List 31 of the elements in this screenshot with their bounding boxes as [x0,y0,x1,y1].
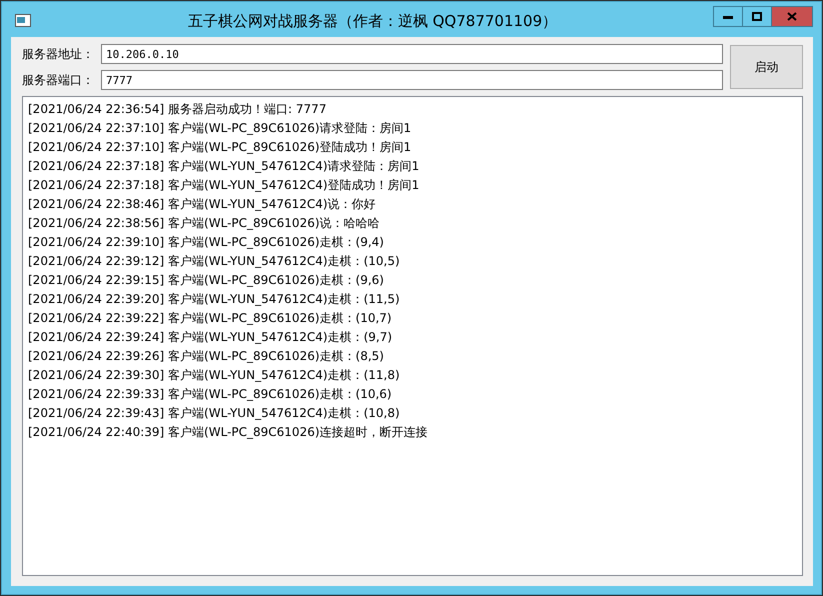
log-line: [2021/06/24 22:39:24] 客户端(WL-YUN_547612C4)走棋：(9,7) [28,329,394,346]
minimize-icon [723,14,733,18]
close-icon [787,12,797,21]
log-line: [2021/06/24 22:38:56] 客户端(WL-PC_89C61026)说：哈哈哈 [28,215,381,232]
log-line: [2021/06/24 22:38:46] 客户端(WL-YUN_547612C4)说：你好 [28,196,377,213]
input-field[interactable]: 10.206.0.10 [101,44,723,64]
log-line: [2021/06/24 22:37:10] 客户端(WL-PC_89C61026)登陆成功！房间1 [28,139,412,156]
log-line: [2021/06/24 22:39:43] 客户端(WL-YUN_547612C4)走棋：(10,8) [28,405,401,422]
close-button[interactable] [771,6,813,27]
input-field[interactable]: 7777 [101,70,723,90]
log-line: [2021/06/24 22:39:10] 客户端(WL-PC_89C61026)走棋：(9,4) [28,234,385,251]
log-line: [2021/06/24 22:39:30] 客户端(WL-YUN_547612C4)走棋：(11,8) [28,367,401,384]
field-label: 服务器端口： [22,72,95,88]
window-icon [15,14,31,27]
log-line: [2021/06/24 22:37:18] 客户端(WL-YUN_547612C4)登陆成功！房间1 [28,177,420,194]
maximize-icon [752,12,762,21]
minimize-button[interactable] [713,6,743,27]
log-line: [2021/06/24 22:39:12] 客户端(WL-YUN_547612C4)走棋：(10,5) [28,253,401,270]
log-line: [2021/06/24 22:39:20] 客户端(WL-YUN_547612C4)走棋：(11,5) [28,291,401,308]
window-title: 五子棋公网对战服务器（作者：逆枫 QQ787701109） [186,12,558,30]
field-label: 服务器地址： [22,46,95,62]
log-line: [2021/06/24 22:39:26] 客户端(WL-PC_89C61026)走棋：(8,5) [28,348,385,365]
log-line: [2021/06/24 22:37:10] 客户端(WL-PC_89C61026)请求登陆：房间1 [28,120,412,137]
start-button[interactable]: 启动 [730,45,803,89]
log-line: [2021/06/24 22:37:18] 客户端(WL-YUN_547612C4)请求登陆：房间1 [28,158,420,175]
log-line: [2021/06/24 22:40:39] 客户端(WL-PC_89C61026)连接超时，断开连接 [28,424,429,441]
log-line: [2021/06/24 22:39:15] 客户端(WL-PC_89C61026)走棋：(9,6) [28,272,385,289]
maximize-button[interactable] [742,6,772,27]
log-line: [2021/06/24 22:36:54] 服务器启动成功！端口: 7777 [28,101,328,118]
log-line: [2021/06/24 22:39:22] 客户端(WL-PC_89C61026)走棋：(10,7) [28,310,393,327]
log-line: [2021/06/24 22:39:33] 客户端(WL-PC_89C61026)走棋：(10,6) [28,386,393,403]
